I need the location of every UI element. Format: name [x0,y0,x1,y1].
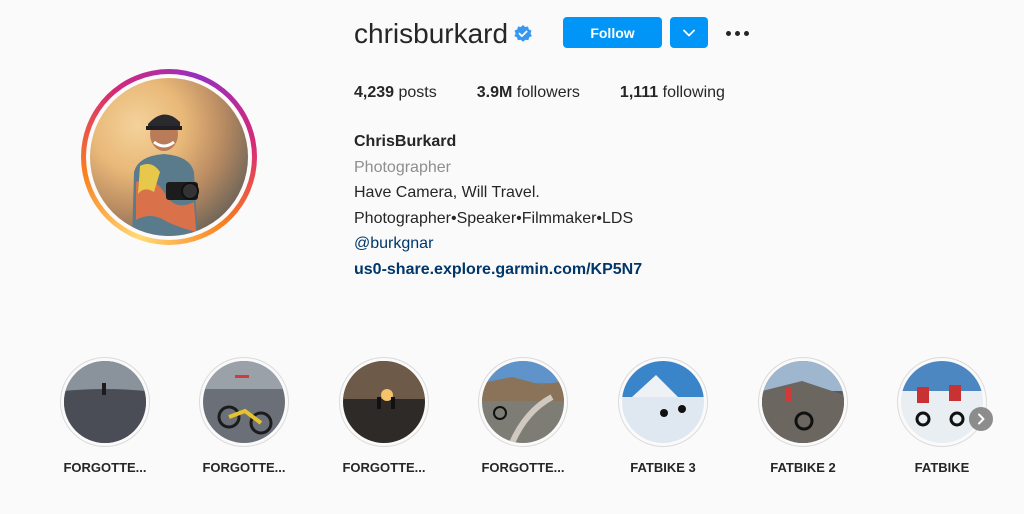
more-options-icon [734,30,740,36]
followers-label: followers [516,84,580,101]
highlight-cover [343,361,425,443]
highlight-ring [897,357,987,447]
highlight-label: FORGOTTE... [63,460,147,475]
highlight-label: FATBIKE [914,460,970,475]
highlight-item[interactable]: FATBIKE 2 [733,357,873,475]
bio-external-link[interactable]: us0-share.explore.garmin.com/KP5N7 [354,257,642,283]
highlight-item[interactable]: FORGOTTE... [314,357,454,475]
profile-category: Photographer [354,158,451,176]
highlight-cover [203,361,285,443]
highlight-cover [622,361,704,443]
posts-label: posts [398,84,437,101]
suggested-accounts-button[interactable] [670,17,708,48]
highlight-ring [60,357,150,447]
bio-line: Have Camera, Will Travel. [354,184,540,201]
highlight-ring [758,357,848,447]
highlight-label: FORGOTTE... [342,460,426,475]
more-options-icon [725,30,731,36]
posts-count: 4,239 [354,84,395,101]
bio-line: Photographer•Speaker•Filmmaker•LDS [354,209,634,227]
followers-count: 3.9M [476,84,513,101]
profile-username: chrisburkard [354,18,509,49]
profile-stats: 4,239 posts 3.9M followers 1,111 followi… [354,84,765,102]
highlight-ring [339,357,429,447]
avatar[interactable] [90,78,248,236]
highlight-item[interactable]: FATBIKE 3 [593,357,733,475]
avatar-border [86,74,252,240]
highlight-ring [199,357,289,447]
bio-mention-link[interactable]: @burkgnar [354,231,642,257]
highlight-cover [901,361,983,443]
following-label: following [662,84,725,101]
followers-stat[interactable]: 3.9M followers [477,84,580,102]
more-options-icon [743,30,749,36]
profile-avatar-ring[interactable] [81,69,257,245]
story-highlights: FORGOTTE... FORGOTTE... FORGOTTE... FORG… [0,357,1024,487]
avatar-photo [132,114,199,236]
highlight-ring [478,357,568,447]
highlight-cover [64,361,146,443]
highlight-item[interactable]: FORGOTTE... [174,357,314,475]
following-count: 1,111 [619,84,659,101]
profile-bio: ChrisBurkard Photographer Have Camera, W… [354,129,642,282]
chevron-right-icon [978,413,985,425]
follow-button[interactable]: Follow [563,17,662,48]
profile-full-name: ChrisBurkard [354,133,457,150]
highlight-label: FORGOTTE... [202,460,286,475]
highlight-cover [482,361,564,443]
chevron-down-icon [683,29,695,36]
highlight-ring [618,357,708,447]
verified-badge-icon [514,25,532,42]
highlight-label: FORGOTTE... [481,460,565,475]
highlights-next-button[interactable] [969,407,993,431]
more-options-button[interactable] [723,22,751,44]
highlight-cover [762,361,844,443]
highlight-item[interactable]: FORGOTTE... [35,357,175,475]
highlight-label: FATBIKE 3 [630,460,696,475]
highlight-item[interactable]: FORGOTTE... [453,357,593,475]
posts-stat: 4,239 posts [354,84,437,102]
following-stat[interactable]: 1,111 following [620,84,725,102]
highlight-label: FATBIKE 2 [770,460,836,475]
